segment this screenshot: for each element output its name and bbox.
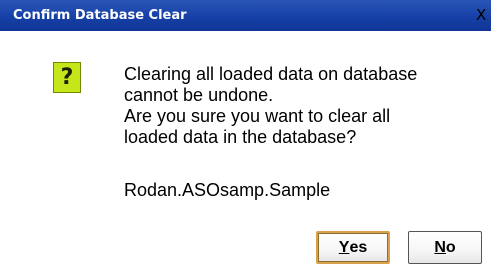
no-button[interactable]: No bbox=[408, 231, 482, 264]
message-text: Clearing all loaded data on database can… bbox=[124, 64, 484, 148]
no-accelerator: N bbox=[434, 238, 446, 256]
yes-button[interactable]: Yes bbox=[316, 231, 390, 264]
close-icon[interactable]: X bbox=[476, 4, 491, 26]
window-title: Confirm Database Clear bbox=[13, 8, 187, 23]
message-line: Clearing all loaded data on database bbox=[124, 64, 418, 84]
confirm-dialog: Confirm Database Clear X ? Clearing all … bbox=[0, 0, 491, 276]
no-label-rest: o bbox=[445, 238, 456, 256]
message-line: cannot be undone. bbox=[124, 85, 274, 105]
message-line: Are you sure you want to clear all bbox=[124, 106, 391, 126]
yes-accelerator: Y bbox=[338, 238, 350, 256]
question-icon: ? bbox=[53, 62, 81, 93]
yes-label-rest: es bbox=[349, 238, 368, 256]
title-bar[interactable]: Confirm Database Clear X bbox=[0, 0, 491, 31]
message-line: loaded data in the database? bbox=[124, 127, 357, 147]
database-name: Rodan.ASOsamp.Sample bbox=[124, 180, 331, 200]
